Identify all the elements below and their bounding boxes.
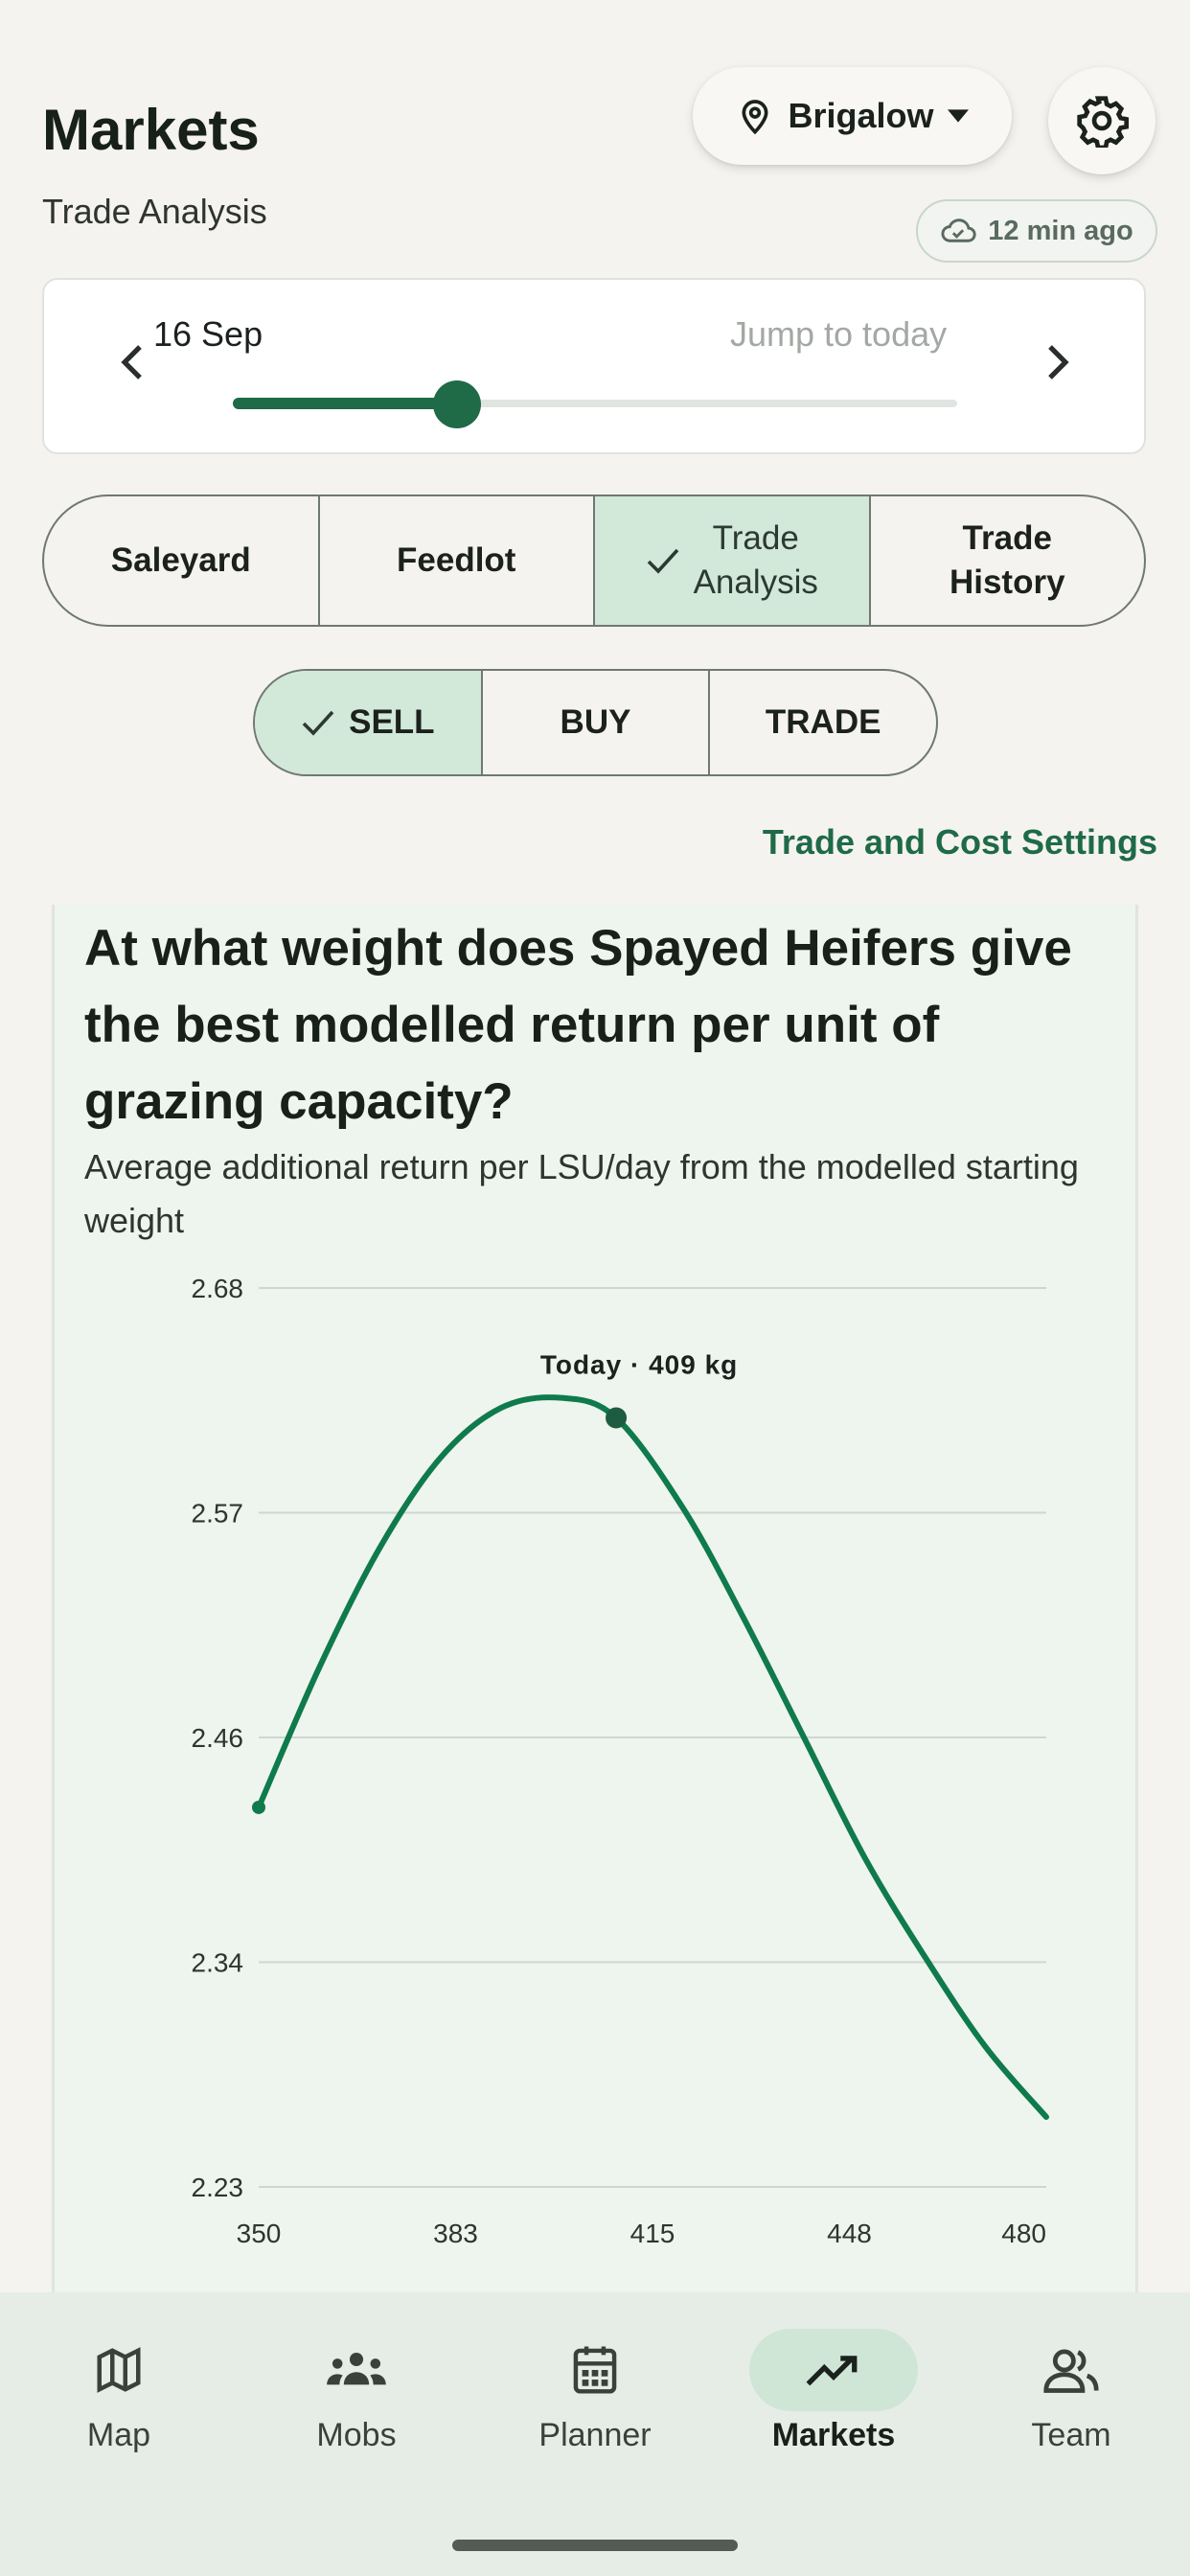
x-tick-label: 480 [1001,2219,1046,2248]
trending-up-icon [806,2356,858,2386]
series-line [256,1394,1049,2121]
nav-team[interactable]: Team [975,2329,1167,2472]
nav-label: Markets [771,2417,896,2453]
map-icon [97,2347,141,2393]
nav-planner[interactable]: Planner [499,2329,691,2472]
return-chart: 2.68 2.57 2.46 2.34 2.23 350 383 415 448 480 Tod… [192,1274,1049,2248]
x-tick-label: 383 [433,2219,478,2248]
nav-map[interactable]: Map [23,2329,215,2472]
nav-label: Team [1031,2417,1111,2453]
y-tick-label: 2.34 [192,1948,244,1978]
x-tick-label: 350 [237,2219,282,2248]
mobs-icon [327,2352,386,2385]
today-marker[interactable] [606,1407,628,1429]
nav-label: Mobs [316,2417,397,2453]
y-tick-label: 2.57 [192,1499,244,1529]
y-tick-label: 2.68 [192,1274,244,1303]
today-annotation: Today · 409 kg [540,1349,738,1379]
x-tick-label: 415 [630,2219,675,2248]
series-start-point [252,1800,265,1814]
team-icon [1043,2349,1099,2393]
y-tick-label: 2.46 [192,1723,244,1753]
nav-mobs[interactable]: Mobs [261,2329,452,2472]
nav-label: Map [86,2417,151,2453]
x-tick-label: 448 [827,2219,872,2248]
nav-markets[interactable]: Markets [738,2329,929,2472]
nav-label: Planner [538,2417,652,2453]
home-indicator[interactable] [452,2540,738,2551]
calendar-icon [573,2346,617,2394]
y-tick-label: 2.23 [192,2173,244,2202]
